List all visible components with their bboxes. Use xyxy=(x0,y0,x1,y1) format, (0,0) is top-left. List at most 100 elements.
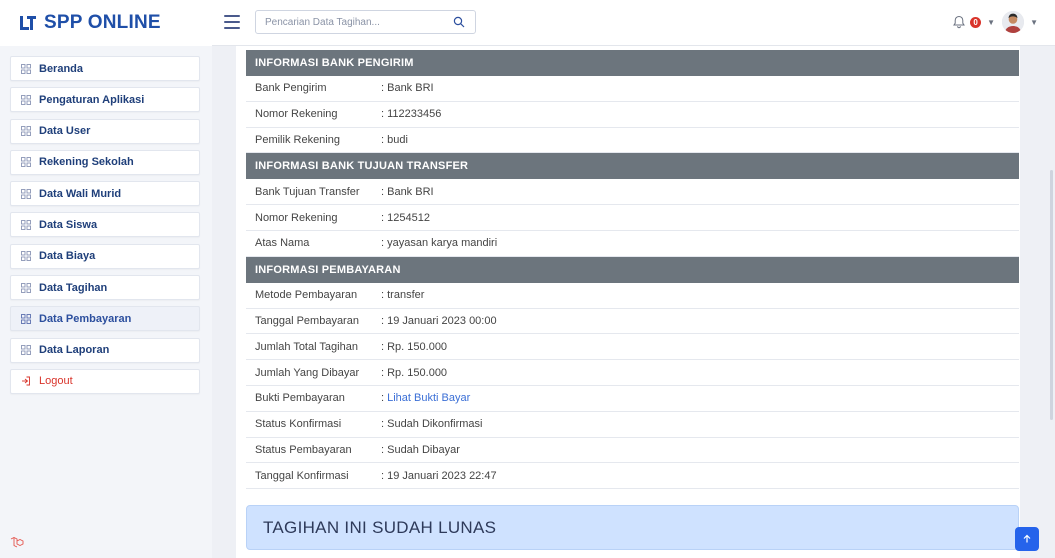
row-value: : 19 Januari 2023 00:00 xyxy=(381,314,497,327)
sidebar-item-data-biaya[interactable]: Data Biaya xyxy=(10,243,200,269)
search-input[interactable] xyxy=(256,16,441,28)
table-row: Status Konfirmasi : Sudah Dikonfirmasi xyxy=(246,412,1019,438)
sidebar-item-label: Data Tagihan xyxy=(39,281,108,294)
row-value: : 1254512 xyxy=(381,211,430,224)
grid-icon xyxy=(21,157,31,168)
sidebar-item-beranda[interactable]: Beranda xyxy=(10,56,200,81)
row-label: Jumlah Total Tagihan xyxy=(255,340,358,353)
row-label: Status Konfirmasi xyxy=(255,418,342,431)
sidebar-item-label: Data Biaya xyxy=(39,250,96,263)
row-value: : 112233456 xyxy=(381,108,442,121)
table-row: Pemilik Rekening : budi xyxy=(246,128,1019,154)
grid-icon xyxy=(21,220,31,230)
row-value: : Sudah Dibayar xyxy=(381,443,460,456)
sidebar-item-label: Data Wali Murid xyxy=(39,187,122,200)
search-icon[interactable] xyxy=(453,16,465,28)
grid-icon xyxy=(21,63,31,74)
sidebar-item-data-pembayaran[interactable]: Data Pembayaran xyxy=(10,306,200,332)
main-content: INFORMASI BANK PENGIRIM Bank Pengirim : … xyxy=(236,46,1020,558)
row-label: Tanggal Konfirmasi xyxy=(255,469,349,482)
row-value: : yayasan karya mandiri xyxy=(381,237,498,250)
grid-icon xyxy=(21,282,31,293)
row-label: Status Pembayaran xyxy=(255,443,352,456)
row-label: Bukti Pembayaran xyxy=(255,392,345,405)
bell-icon[interactable] xyxy=(952,15,966,29)
sidebar-item-rekening-sekolah[interactable]: Rekening Sekolah xyxy=(10,149,200,175)
row-label: Nomor Rekening xyxy=(255,108,338,121)
table-row: Bank Pengirim : Bank BRI xyxy=(246,76,1019,102)
row-label: Jumlah Yang Dibayar xyxy=(255,366,360,379)
sidebar-menu: Beranda Pengaturan Aplikasi Data User Re… xyxy=(10,56,200,400)
row-label: Nomor Rekening xyxy=(255,211,338,224)
view-proof-link[interactable]: Lihat Bukti Bayar xyxy=(387,392,470,404)
sidebar-item-data-user[interactable]: Data User xyxy=(10,118,200,144)
row-label: Bank Tujuan Transfer xyxy=(255,185,360,198)
sidebar-item-label: Data Siswa xyxy=(39,218,98,231)
scroll-to-top-button[interactable] xyxy=(1015,527,1039,551)
sidebar-item-label: Rekening Sekolah xyxy=(39,156,134,169)
sidebar-item-data-tagihan[interactable]: Data Tagihan xyxy=(10,275,200,301)
paid-status-alert: TAGIHAN INI SUDAH LUNAS xyxy=(246,505,1019,550)
table-row: Metode Pembayaran : transfer xyxy=(246,283,1019,309)
avatar[interactable] xyxy=(1002,11,1025,33)
notification-badge[interactable]: 0 xyxy=(970,16,982,28)
section-header-bank-pengirim: INFORMASI BANK PENGIRIM xyxy=(246,50,1019,76)
user-area: 0 ▼ ▼ xyxy=(952,8,1041,36)
sidebar-item-pengaturan-aplikasi[interactable]: Pengaturan Aplikasi xyxy=(10,87,200,113)
table-row: Jumlah Yang Dibayar : Rp. 150.000 xyxy=(246,360,1019,386)
hamburger-icon[interactable] xyxy=(224,15,240,29)
table-row: Nomor Rekening : 1254512 xyxy=(246,205,1019,231)
user-avatar-icon xyxy=(1002,11,1025,33)
table-row: Tanggal Pembayaran : 19 Januari 2023 00:… xyxy=(246,309,1019,335)
paid-status-text: TAGIHAN INI SUDAH LUNAS xyxy=(263,517,497,537)
row-value: : transfer xyxy=(381,289,425,302)
sidebar-item-data-siswa[interactable]: Data Siswa xyxy=(10,212,200,238)
row-label: Tanggal Pembayaran xyxy=(255,314,359,327)
table-row: Bank Tujuan Transfer : Bank BRI xyxy=(246,179,1019,206)
brand[interactable]: SPP ONLINE xyxy=(0,0,212,46)
row-label: Bank Pengirim xyxy=(255,82,327,95)
search-box xyxy=(255,10,476,34)
row-value: : Sudah Dikonfirmasi xyxy=(381,418,483,431)
sidebar-item-label: Data User xyxy=(39,125,91,138)
table-row: Status Pembayaran : Sudah Dibayar xyxy=(246,438,1019,464)
sidebar-item-label: Data Laporan xyxy=(39,344,110,357)
section-header-bank-tujuan: INFORMASI BANK TUJUAN TRANSFER xyxy=(246,153,1019,180)
grid-icon xyxy=(21,126,31,137)
logout-label: Logout xyxy=(39,375,73,388)
grid-icon xyxy=(21,188,31,199)
chevron-down-icon[interactable]: ▼ xyxy=(1030,18,1038,27)
row-value: : Bank BRI xyxy=(381,82,434,95)
row-value: : 19 Januari 2023 22:47 xyxy=(381,469,497,482)
logo-icon xyxy=(20,16,36,30)
grid-icon xyxy=(21,345,31,356)
sidebar: Beranda Pengaturan Aplikasi Data User Re… xyxy=(0,46,212,558)
grid-icon xyxy=(21,313,31,324)
table-row: Bukti Pembayaran : Lihat Bukti Bayar xyxy=(246,386,1019,412)
row-value: : Rp. 150.000 xyxy=(381,366,448,379)
grid-icon xyxy=(21,251,31,262)
sidebar-item-data-wali-murid[interactable]: Data Wali Murid xyxy=(10,181,200,207)
sidebar-item-label: Data Pembayaran xyxy=(39,312,132,325)
logout-button[interactable]: Logout xyxy=(10,368,200,394)
scrollbar[interactable] xyxy=(1050,170,1053,420)
row-label: Atas Nama xyxy=(255,237,310,250)
sidebar-item-label: Pengaturan Aplikasi xyxy=(39,93,145,106)
top-navbar: SPP ONLINE 0 ▼ ▼ xyxy=(0,0,1055,46)
row-label: Metode Pembayaran xyxy=(255,289,358,302)
row-value: : Lihat Bukti Bayar xyxy=(381,392,1019,404)
sidebar-item-label: Beranda xyxy=(39,62,84,75)
chevron-down-icon[interactable]: ▼ xyxy=(987,18,995,27)
grid-icon xyxy=(21,94,31,105)
row-value: : Rp. 150.000 xyxy=(381,340,448,353)
sidebar-item-data-laporan[interactable]: Data Laporan xyxy=(10,337,200,363)
logout-icon xyxy=(22,377,30,386)
table-row: Atas Nama : yayasan karya mandiri xyxy=(246,231,1019,257)
section-header-pembayaran: INFORMASI PEMBAYARAN xyxy=(246,256,1019,283)
row-value: : Bank BRI xyxy=(381,185,434,198)
payment-detail-table: INFORMASI BANK PENGIRIM Bank Pengirim : … xyxy=(246,50,1019,490)
arrow-up-icon xyxy=(1023,534,1031,543)
table-row: Tanggal Konfirmasi : 19 Januari 2023 22:… xyxy=(246,463,1019,490)
row-label: Pemilik Rekening xyxy=(255,133,340,146)
table-row: Nomor Rekening : 112233456 xyxy=(246,102,1019,128)
